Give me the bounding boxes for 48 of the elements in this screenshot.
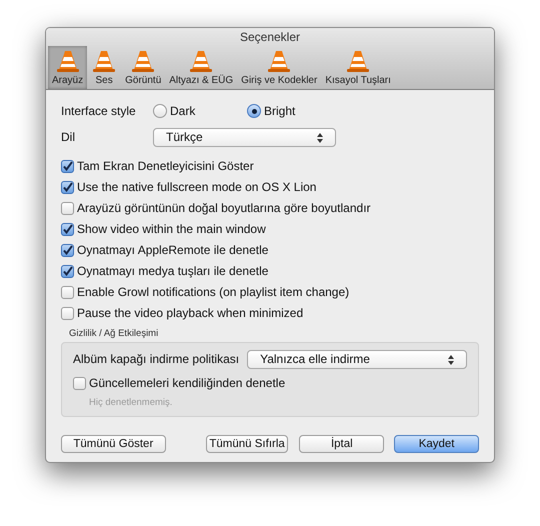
checkbox-label: Enable Growl notifications (on playlist item change)	[77, 285, 350, 300]
traffic-cone-icon	[130, 48, 156, 74]
checkbox[interactable]	[61, 244, 74, 257]
checkbox[interactable]	[61, 160, 74, 173]
checkbox-label: Show video within the main window	[77, 222, 266, 237]
radio-label: Dark	[170, 104, 196, 118]
dropdown[interactable]: Yalnızca elle indirme	[247, 350, 467, 369]
checkbox[interactable]	[73, 377, 86, 390]
checkbox-label: Oynatmayı AppleRemote ile denetle	[77, 243, 268, 258]
toolbar-tab[interactable]: Kısayol Tuşları	[321, 46, 395, 89]
dialog-button[interactable]: İptal	[299, 435, 384, 453]
interface-style-label: Interface style	[61, 104, 137, 118]
radio-label: Bright	[264, 104, 296, 118]
album-art-label: Albüm kapağı indirme politikası	[73, 352, 240, 367]
stepper-arrows-icon	[448, 354, 454, 364]
window-title: Seçenekler	[238, 29, 302, 46]
checkbox[interactable]	[61, 307, 74, 320]
toolbar-tab[interactable]: Görüntü	[121, 46, 166, 89]
checkbox-label: Tam Ekran Denetleyicisini Göster	[77, 159, 254, 174]
checkbox[interactable]	[61, 223, 74, 236]
radio-button[interactable]	[153, 104, 167, 118]
stepper-arrows-icon	[317, 132, 323, 142]
checkbox-label: Güncellemeleri kendiliğinden denetle	[89, 376, 286, 391]
traffic-cone-icon	[266, 48, 292, 74]
traffic-cone-icon	[54, 48, 81, 74]
checkbox[interactable]	[61, 181, 74, 194]
toolbar-tab[interactable]: Arayüz	[48, 46, 88, 89]
checkbox-label: Oynatmayı medya tuşları ile denetle	[77, 264, 268, 279]
last-check-text: Hiç denetlenmemiş.	[89, 396, 174, 410]
traffic-cone-icon	[345, 48, 372, 74]
checkbox-label: Arayüzü görüntünün doğal boyutlarına göre boyutlandır	[77, 201, 371, 216]
checkbox[interactable]	[61, 286, 74, 299]
checkbox-label: Use the native fullscreen mode on OS X Lion	[77, 180, 316, 195]
toolbar-tab[interactable]: Ses	[87, 46, 122, 89]
toolbar-tab[interactable]: Altyazı & EÜG	[165, 46, 238, 89]
traffic-cone-icon	[188, 48, 214, 74]
checkbox-label: Pause the video playback when minimized	[77, 306, 304, 321]
dialog-button[interactable]: Kaydet	[394, 435, 479, 453]
dialog-button[interactable]: Tümünü Sıfırla	[206, 435, 288, 453]
checkbox[interactable]	[61, 202, 74, 215]
dropdown[interactable]: Türkçe	[153, 128, 336, 147]
group-title: Gizlilik / Ağ Etkileşimi	[69, 328, 160, 340]
checkbox[interactable]	[61, 265, 74, 278]
language-label: Dil	[61, 130, 76, 145]
dialog-button[interactable]: Tümünü Göster	[61, 435, 166, 453]
traffic-cone-icon	[91, 48, 118, 74]
radio-button[interactable]	[247, 104, 261, 118]
toolbar-tab[interactable]: Giriş ve Kodekler	[237, 46, 322, 89]
